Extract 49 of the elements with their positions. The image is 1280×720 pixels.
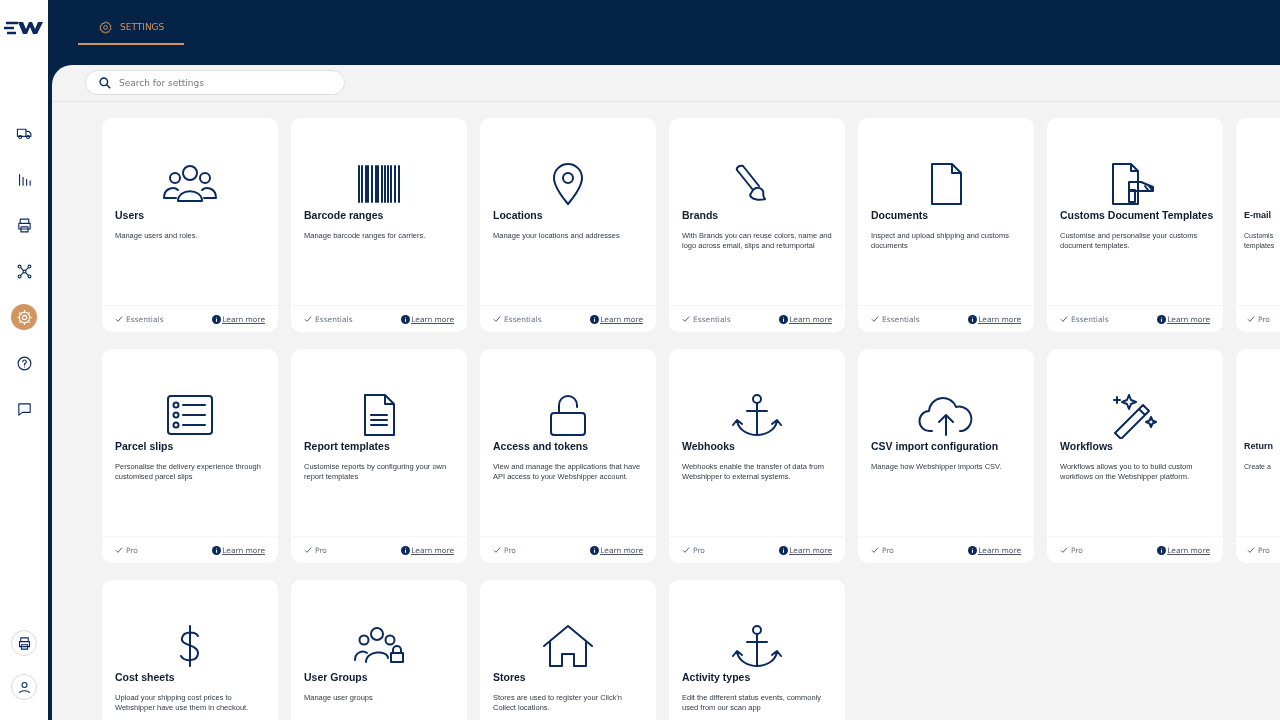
settings-icon[interactable] [11, 304, 37, 330]
info-icon [590, 545, 600, 555]
card-title: E-mail [1244, 209, 1272, 222]
check-icon [1060, 546, 1068, 554]
info-icon [401, 314, 411, 324]
search-field[interactable]: Search for settings [85, 70, 345, 95]
card-title: Parcel slips [115, 440, 175, 453]
card-title: Webhooks [682, 440, 736, 453]
info-icon [779, 545, 789, 555]
card-title: Barcode ranges [304, 209, 385, 222]
card-title: Access and tokens [493, 440, 590, 453]
info-icon [779, 314, 789, 324]
info-icon [212, 314, 222, 324]
check-icon [115, 315, 123, 323]
card-title: CSV import configuration [871, 440, 1000, 453]
card-title: Report templates [304, 440, 391, 453]
search-icon [98, 75, 112, 90]
card-title: Documents [871, 209, 930, 222]
check-icon [115, 546, 123, 554]
check-icon [682, 546, 690, 554]
info-icon [590, 314, 600, 324]
card-title: Users [115, 209, 146, 222]
check-icon [304, 546, 312, 554]
info-icon [401, 545, 411, 555]
check-icon [1060, 315, 1068, 323]
check-icon [871, 315, 879, 323]
check-icon [493, 315, 501, 323]
card-title: Cost sheets [115, 671, 176, 684]
check-icon [1247, 546, 1255, 554]
card-title: Return [1244, 440, 1274, 453]
card-title: Workflows [1060, 440, 1114, 453]
info-icon [1157, 314, 1167, 324]
card-title: Activity types [682, 671, 752, 684]
check-icon [1247, 315, 1255, 323]
settings-icon [98, 19, 113, 35]
card-title: Brands [682, 209, 720, 222]
card-title: Stores [493, 671, 527, 684]
check-icon [871, 546, 879, 554]
card-title: Locations [493, 209, 544, 222]
info-icon [212, 545, 222, 555]
logo-icon[interactable] [4, 20, 44, 36]
check-icon [682, 315, 690, 323]
card-title: User Groups [304, 671, 369, 684]
info-icon [968, 545, 978, 555]
check-icon [493, 546, 501, 554]
check-icon [304, 315, 312, 323]
info-icon [968, 314, 978, 324]
settings-tab[interactable]: SETTINGS [78, 11, 185, 45]
info-icon [1157, 545, 1167, 555]
